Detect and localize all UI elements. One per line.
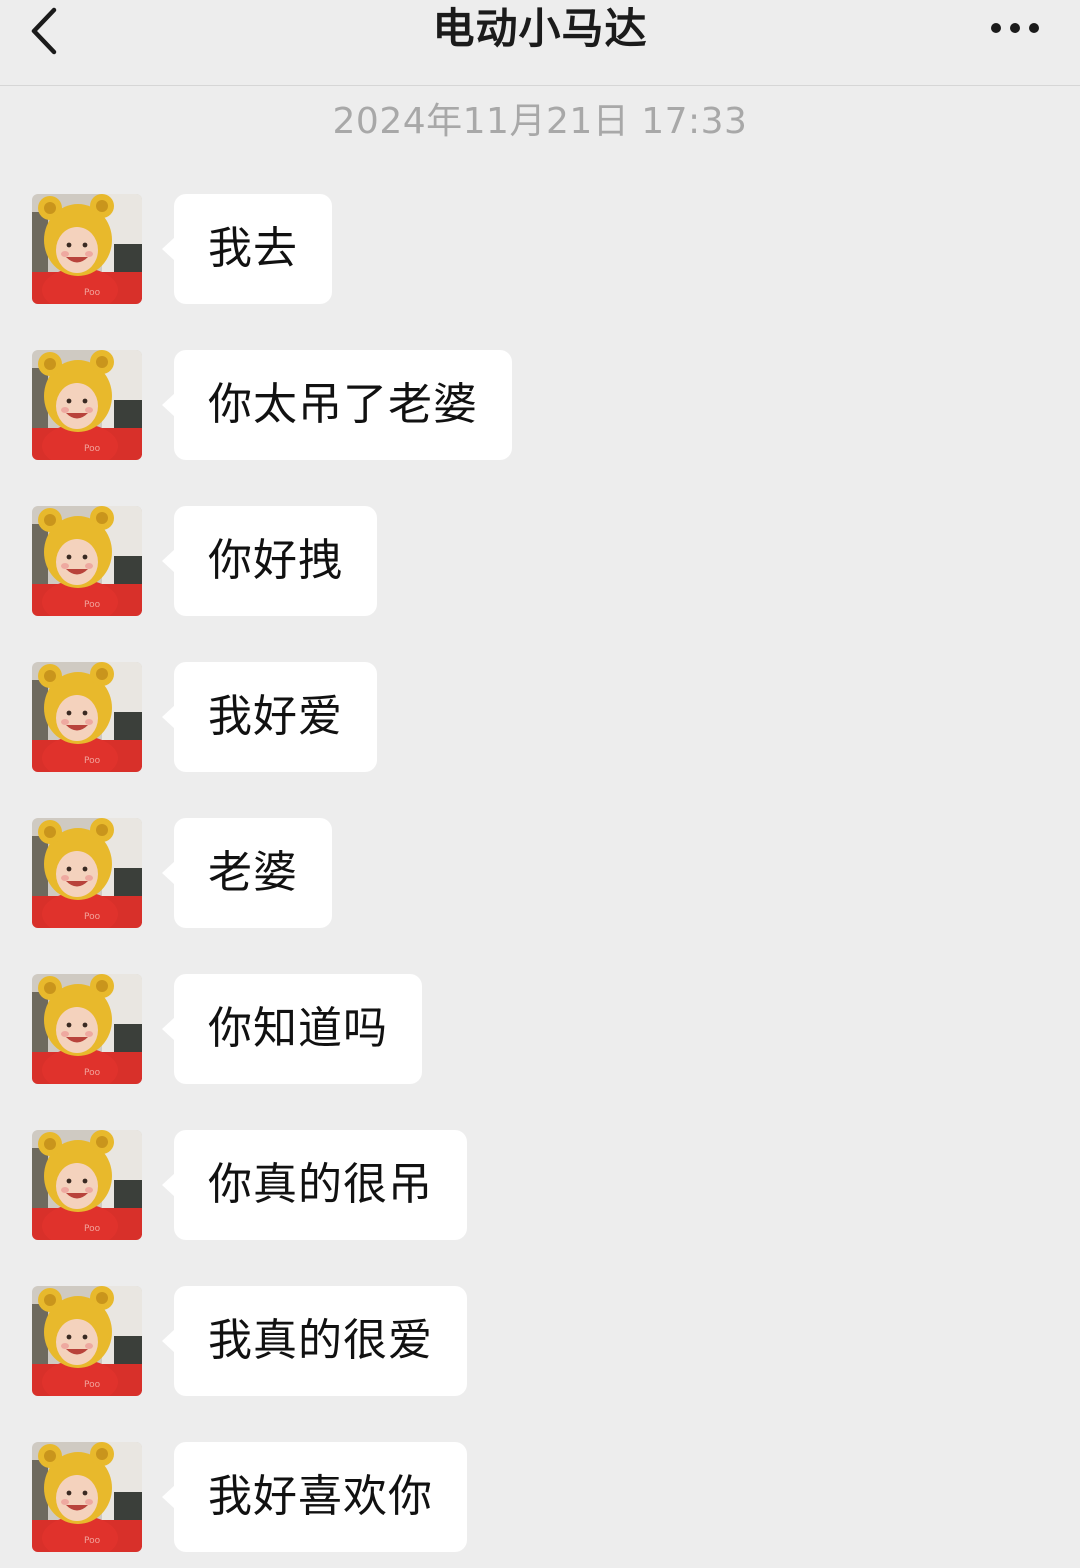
message-row: 老婆 [32,818,332,928]
message-bubble[interactable]: 我真的很爱 [162,1286,467,1396]
message-text: 我真的很爱 [208,1315,433,1366]
message-text: 你真的很吊 [208,1159,433,1210]
contact-avatar[interactable] [32,194,142,304]
avatar-image [32,1286,142,1396]
message-row: 我真的很爱 [32,1286,467,1396]
message-row: 你真的很吊 [32,1130,467,1240]
message-bubble[interactable]: 我好喜欢你 [162,1442,467,1552]
chevron-left-icon [31,7,57,55]
top-navigation-bar: 电动小马达 [0,0,1080,86]
message-bubble[interactable]: 你好拽 [162,506,377,616]
message-bubble[interactable]: 你真的很吊 [162,1130,467,1240]
avatar-image [32,1130,142,1240]
message-bubble[interactable]: 我好爱 [162,662,377,772]
avatar-image [32,506,142,616]
message-row: 我好喜欢你 [32,1442,467,1552]
message-row: 我去 [32,194,332,304]
message-row: 你知道吗 [32,974,422,1084]
chat-screen: 电动小马达 2024年11月21日 17:33 我去 你太吊了老婆 你好拽 我好… [0,0,1080,1568]
message-text: 我好爱 [208,691,343,742]
message-row: 你太吊了老婆 [32,350,512,460]
avatar-image [32,818,142,928]
avatar-image [32,662,142,772]
message-text: 我好喜欢你 [208,1471,433,1522]
message-row: 我好爱 [32,662,377,772]
message-bubble[interactable]: 老婆 [162,818,332,928]
message-timestamp: 2024年11月21日 17:33 [332,101,748,142]
avatar-image [32,1442,142,1552]
avatar-image [32,194,142,304]
contact-avatar[interactable] [32,1130,142,1240]
contact-avatar[interactable] [32,1442,142,1552]
message-text: 你好拽 [208,535,343,586]
contact-avatar[interactable] [32,350,142,460]
back-button[interactable] [28,0,98,62]
chat-title: 电动小马达 [432,4,648,53]
contact-avatar[interactable] [32,1286,142,1396]
message-text: 你知道吗 [208,1003,388,1054]
message-text: 你太吊了老婆 [208,379,478,430]
message-bubble[interactable]: 我去 [162,194,332,304]
contact-avatar[interactable] [32,818,142,928]
message-bubble[interactable]: 你知道吗 [162,974,422,1084]
message-text: 我去 [208,223,298,274]
contact-avatar[interactable] [32,974,142,1084]
more-options-button[interactable] [970,8,1040,48]
more-dots-icon [991,23,1039,33]
avatar-image [32,350,142,460]
message-text: 老婆 [208,847,298,898]
contact-avatar[interactable] [32,662,142,772]
contact-avatar[interactable] [32,506,142,616]
avatar-image [32,974,142,1084]
message-bubble[interactable]: 你太吊了老婆 [162,350,512,460]
message-row: 你好拽 [32,506,377,616]
